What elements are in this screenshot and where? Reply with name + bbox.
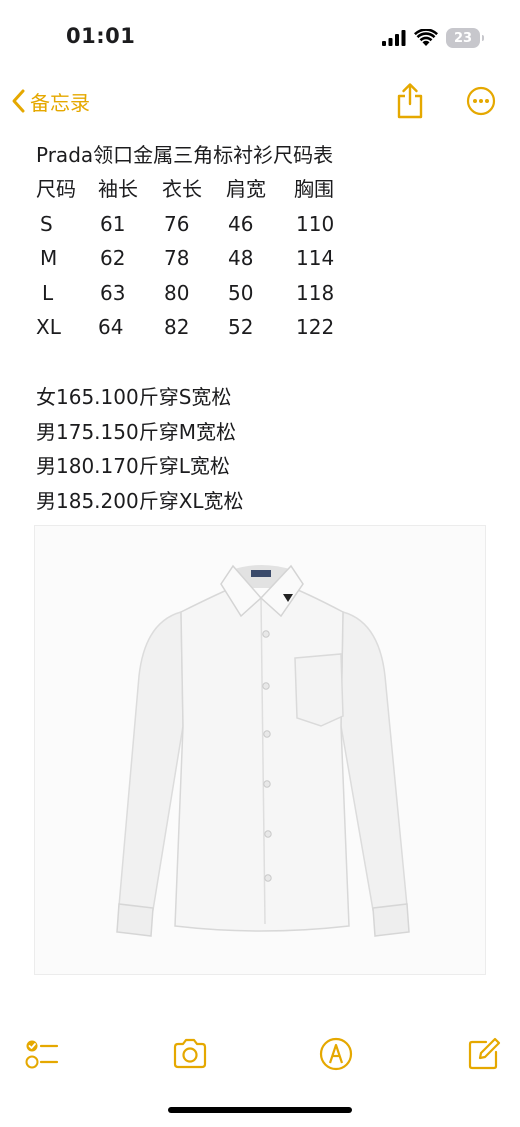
table-cell: 64	[98, 315, 124, 340]
table-row: XL 64 82 52 122	[36, 310, 354, 345]
fit-lines: 女165.100斤穿S宽松 男175.150斤穿M宽松 男180.170斤穿L宽…	[36, 380, 244, 518]
table-header: 肩宽	[226, 177, 266, 202]
home-indicator[interactable]	[168, 1107, 352, 1113]
size-table-header-row: 尺码 袖长 衣长 肩宽 胸围	[36, 172, 354, 207]
table-header: 胸围	[294, 177, 334, 202]
table-header: 袖长	[98, 177, 138, 202]
camera-icon[interactable]	[172, 1036, 208, 1072]
table-row: L 63 80 50 118	[36, 276, 354, 311]
chevron-left-icon	[12, 89, 25, 113]
table-cell: 80	[164, 280, 190, 305]
table-cell: 62	[100, 246, 126, 271]
table-cell: 61	[100, 211, 126, 236]
status-icons: 23	[382, 26, 484, 50]
table-cell: L	[42, 280, 54, 305]
table-cell: 110	[296, 211, 335, 236]
table-header: 尺码	[36, 177, 76, 202]
checklist-icon[interactable]	[24, 1036, 60, 1072]
size-table: 尺码 袖长 衣长 肩宽 胸围 S 61 76 46 110 M 62 78 48…	[36, 172, 354, 345]
table-cell: S	[40, 211, 53, 236]
back-button-label: 备忘录	[30, 90, 90, 115]
back-button[interactable]: 备忘录	[10, 86, 90, 116]
battery-icon: 23	[446, 28, 484, 48]
table-cell: 118	[296, 280, 335, 305]
table-cell: 48	[228, 246, 254, 271]
table-row: M 62 78 48 114	[36, 241, 354, 276]
status-time: 01:01	[66, 24, 136, 48]
table-cell: 46	[228, 211, 254, 236]
shirt-image	[116, 564, 410, 937]
compose-icon[interactable]	[466, 1036, 502, 1072]
wifi-icon	[414, 29, 438, 46]
table-header: 衣长	[162, 177, 202, 202]
note-title: Prada领口金属三角标衬衫尺码表	[36, 143, 334, 167]
table-cell: XL	[36, 315, 61, 340]
more-icon[interactable]	[466, 86, 496, 116]
table-cell: 82	[164, 315, 190, 340]
note-body[interactable]: Prada领口金属三角标衬衫尺码表 尺码 袖长 衣长 肩宽 胸围 S 61 76…	[36, 138, 354, 345]
markup-pen-icon[interactable]	[318, 1036, 354, 1072]
share-icon[interactable]	[394, 82, 426, 120]
notes-screen: 01:01 23 备忘录 Prada领口金属三角标衬衫尺码表 尺码 袖长 衣长 …	[0, 0, 520, 1127]
fit-line: 男180.170斤穿L宽松	[36, 454, 230, 478]
table-cell: 78	[164, 246, 190, 271]
table-cell: 122	[296, 315, 335, 340]
table-cell: 50	[228, 280, 254, 305]
table-cell: 52	[228, 315, 254, 340]
fit-line: 男175.150斤穿M宽松	[36, 419, 236, 444]
table-cell: 63	[100, 280, 126, 305]
table-cell: 114	[296, 246, 335, 271]
fit-line: 男185.200斤穿XL宽松	[36, 488, 244, 513]
table-cell: M	[40, 246, 58, 271]
table-row: S 61 76 46 110	[36, 207, 354, 242]
cellular-signal-icon	[382, 30, 406, 46]
battery-level: 23	[453, 30, 473, 46]
fit-line: 女165.100斤穿S宽松	[36, 385, 232, 409]
table-cell: 76	[164, 211, 190, 236]
shirt-photo[interactable]	[34, 525, 486, 975]
